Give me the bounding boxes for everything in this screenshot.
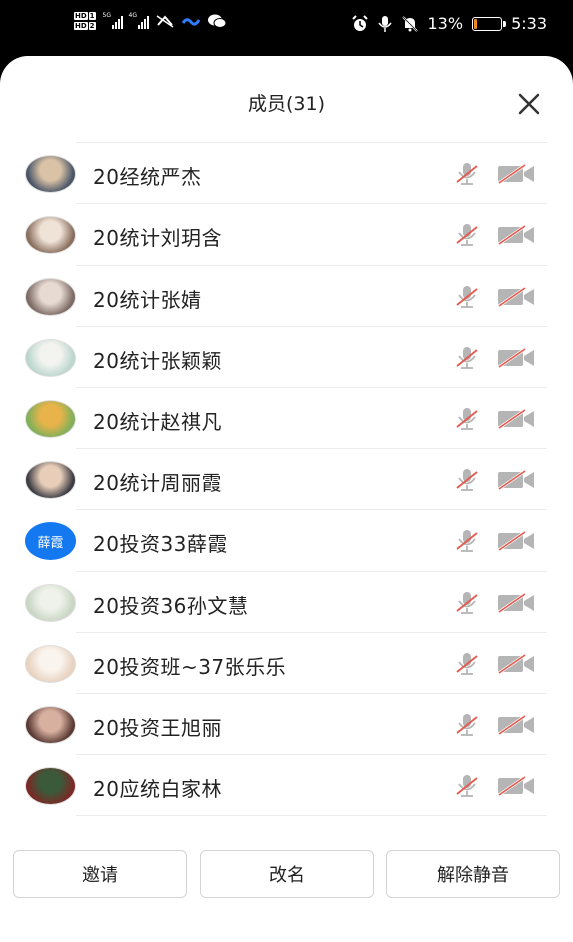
member-name: 20经统严杰 — [93, 165, 202, 190]
avatar — [25, 338, 76, 377]
avatar — [25, 705, 76, 744]
avatar — [25, 399, 76, 438]
clock: 5:33 — [511, 14, 547, 33]
member-row[interactable]: 20投资36孙文慧 — [0, 572, 573, 633]
mic-muted-icon[interactable] — [454, 773, 480, 799]
battery-icon — [472, 16, 507, 31]
camera-off-icon[interactable] — [497, 163, 536, 185]
status-bar: HD 1 HD 2 5G 4G 13% 5:33 — [0, 0, 573, 56]
camera-off-icon[interactable] — [497, 714, 536, 736]
avatar — [25, 155, 76, 194]
member-row[interactable]: 薛霞 20投资33薛霞 — [0, 510, 573, 572]
member-name: 20统计周丽霞 — [93, 471, 222, 496]
hd-indicator-2: HD 2 — [74, 22, 96, 30]
close-icon[interactable] — [515, 90, 543, 118]
member-row[interactable]: 20统计张婧 — [0, 266, 573, 327]
member-row[interactable]: 20统计赵祺凡 — [0, 388, 573, 450]
camera-off-icon[interactable] — [497, 469, 536, 491]
mic-muted-icon[interactable] — [454, 712, 480, 738]
member-row[interactable]: 20经统严杰 — [0, 143, 573, 205]
mic-muted-icon[interactable] — [454, 590, 480, 616]
mic-muted-icon[interactable] — [454, 651, 480, 677]
signal-5g-icon: 5G — [103, 13, 123, 29]
wechat-icon — [207, 14, 227, 28]
signal-4g-icon: 4G — [129, 13, 149, 29]
page-title: 成员(31) — [247, 93, 325, 115]
member-name: 20投资王旭丽 — [93, 715, 222, 740]
mic-muted-icon[interactable] — [454, 345, 480, 371]
member-row[interactable]: 20统计周丽霞 — [0, 449, 573, 511]
avatar — [25, 216, 76, 255]
status-bar-left: HD 1 HD 2 5G 4G — [74, 12, 227, 30]
battery-percent: 13% — [427, 14, 464, 33]
alarm-icon — [351, 14, 368, 31]
member-row[interactable]: 20统计刘玥含 — [0, 204, 573, 266]
status-bar-right: 13% 5:33 — [351, 14, 547, 33]
member-list[interactable]: 20经统王亚雯 20经统严杰 20统计刘玥含 20统计张婧 20统计张颖颖 20统计赵祺凡… — [0, 134, 573, 834]
member-row[interactable]: 20投资班~37张乐乐 — [0, 633, 573, 694]
hd-indicators: HD 1 HD 2 — [74, 12, 97, 30]
camera-off-icon[interactable] — [497, 775, 536, 797]
avatar — [25, 644, 76, 683]
invite-button[interactable]: 邀请 — [13, 850, 187, 898]
mic-muted-icon[interactable] — [454, 222, 480, 248]
rename-button[interactable]: 改名 — [200, 850, 374, 898]
footer-actions: 邀请 改名 解除静音 — [0, 834, 573, 942]
unmute-all-button[interactable]: 解除静音 — [386, 850, 560, 898]
avatar-text: 薛霞 — [25, 522, 76, 561]
member-name: 20应统白家林 — [93, 777, 222, 802]
member-name: 20统计张颖颖 — [93, 348, 222, 373]
avatar — [25, 583, 76, 622]
member-row[interactable]: 20统计张颖颖 — [0, 327, 573, 388]
mute-bell-icon — [401, 15, 418, 32]
hd-indicator-1: HD 1 — [74, 12, 96, 20]
avatar — [25, 277, 76, 316]
battery-fill — [474, 18, 478, 29]
row-divider — [76, 815, 547, 817]
wave-icon — [181, 18, 200, 26]
member-row[interactable]: 20应统白家林 — [0, 755, 573, 817]
camera-off-icon[interactable] — [497, 286, 536, 308]
camera-off-icon[interactable] — [497, 408, 536, 430]
member-name: 20投资班~37张乐乐 — [93, 654, 287, 679]
sheet-header: 成员(31) — [0, 56, 573, 134]
camera-off-icon[interactable] — [497, 530, 536, 552]
member-name: 20投资33薛霞 — [93, 532, 228, 557]
member-list-scroller: 20经统王亚雯 20经统严杰 20统计刘玥含 20统计张婧 20统计张颖颖 20统计赵祺凡… — [0, 134, 573, 817]
mic-status-icon — [377, 15, 392, 32]
member-row[interactable]: 20投资王旭丽 — [0, 694, 573, 756]
member-row[interactable]: 20经统王亚雯 — [0, 134, 573, 144]
member-name: 20统计张婧 — [93, 287, 202, 312]
mic-muted-icon[interactable] — [454, 528, 480, 554]
avatar — [25, 461, 76, 500]
mic-muted-icon[interactable] — [454, 467, 480, 493]
avatar — [25, 767, 76, 806]
camera-off-icon[interactable] — [497, 592, 536, 614]
mic-muted-icon[interactable] — [454, 406, 480, 432]
camera-off-icon[interactable] — [497, 653, 536, 675]
camera-off-icon[interactable] — [497, 347, 536, 369]
member-name: 20统计赵祺凡 — [93, 409, 222, 434]
mic-muted-icon[interactable] — [454, 161, 480, 187]
mic-muted-icon[interactable] — [454, 284, 480, 310]
member-name: 20投资36孙文慧 — [93, 593, 249, 618]
members-sheet: 成员(31) 20经统王亚雯 20经统严杰 20统计刘玥含 20统计张婧 20统计张颖颖… — [0, 56, 573, 942]
no-sim-icon — [156, 15, 173, 28]
member-name: 20统计刘玥含 — [93, 226, 222, 251]
camera-off-icon[interactable] — [497, 224, 536, 246]
